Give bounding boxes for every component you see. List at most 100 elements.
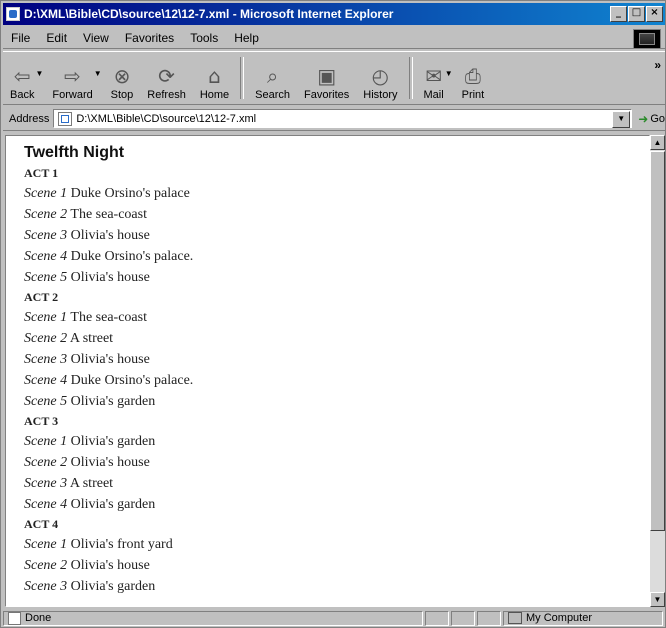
scene-place: The sea-coast: [70, 310, 147, 325]
scene-number: Scene 2: [24, 331, 68, 346]
search-button[interactable]: ⌕ Search: [248, 55, 297, 101]
mail-icon: ✉: [425, 64, 442, 88]
print-button[interactable]: ⎙ Print: [455, 55, 492, 101]
scene-place: The sea-coast: [70, 207, 147, 222]
act-heading: ACT 3: [24, 414, 59, 428]
close-button[interactable]: ×: [646, 6, 663, 22]
scene-place: Olivia's garden: [70, 434, 156, 449]
scene-line: Scene 4 Olivia's garden: [24, 496, 649, 513]
status-pane: [425, 610, 449, 626]
act-heading: ACT 4: [24, 517, 59, 531]
history-button[interactable]: ◴ History: [356, 55, 404, 101]
status-pane: [477, 610, 501, 626]
menu-tools[interactable]: Tools: [182, 31, 226, 45]
play-title: Twelfth Night: [24, 144, 125, 161]
window-title: D:\XML\Bible\CD\source\12\12-7.xml - Mic…: [24, 7, 394, 21]
zone-text: My Computer: [526, 612, 593, 624]
toolbar-separator: [240, 57, 245, 99]
stop-icon: ⊗: [113, 64, 131, 88]
scroll-down-icon[interactable]: ▼: [650, 592, 665, 607]
forward-button[interactable]: ⇨ Forward: [45, 55, 99, 101]
mail-button[interactable]: ✉ Mail: [417, 55, 451, 101]
menu-bar: File Edit View Favorites Tools Help: [3, 27, 665, 49]
document-view: Twelfth Night ACT 1 Scene 1 Duke Orsino's…: [5, 135, 650, 607]
toolbar-chevron-icon[interactable]: »: [654, 58, 661, 72]
scene-place: Olivia's house: [70, 455, 150, 470]
go-arrow-icon: ➜: [638, 111, 649, 126]
address-field[interactable]: ▼: [53, 109, 633, 128]
vertical-scrollbar[interactable]: ▲ ▼: [650, 135, 665, 607]
menu-favorites[interactable]: Favorites: [117, 31, 182, 45]
scroll-thumb[interactable]: [650, 151, 665, 531]
minimize-button[interactable]: _: [610, 6, 627, 22]
page-icon: [58, 111, 73, 126]
menu-view[interactable]: View: [75, 31, 117, 45]
scene-place: Duke Orsino's palace: [70, 186, 190, 201]
address-dropdown-icon[interactable]: ▼: [612, 111, 631, 128]
status-text: Done: [25, 612, 52, 624]
search-icon: ⌕: [267, 64, 279, 88]
status-pane: [451, 610, 475, 626]
status-text-pane: Done: [3, 610, 423, 626]
address-input[interactable]: [76, 112, 632, 125]
scene-number: Scene 2: [24, 558, 68, 573]
back-button[interactable]: ⇦ Back: [3, 55, 41, 101]
scene-number: Scene 3: [24, 476, 68, 491]
scene-place: Olivia's house: [70, 352, 150, 367]
mail-dropdown-icon[interactable]: ▼: [445, 69, 453, 78]
toolbar-separator: [408, 57, 413, 99]
menu-edit[interactable]: Edit: [38, 31, 75, 45]
scene-number: Scene 5: [24, 394, 68, 409]
scene-place: Olivia's front yard: [70, 537, 173, 552]
windows-logo-throbber: [633, 29, 661, 49]
acts-list: ACT 1 Scene 1 Duke Orsino's palace Scene 2…: [24, 166, 649, 595]
zone-pane: My Computer: [503, 610, 663, 626]
refresh-button[interactable]: ⟳ Refresh: [140, 55, 193, 101]
scene-number: Scene 5: [24, 270, 68, 285]
scene-number: Scene 3: [24, 579, 68, 594]
scene-number: Scene 4: [24, 497, 68, 512]
home-button[interactable]: ⌂ Home: [193, 55, 236, 101]
refresh-icon: ⟳: [158, 64, 175, 88]
back-arrow-icon: ⇦: [13, 64, 31, 88]
scene-line: Scene 3 Olivia's house: [24, 227, 649, 244]
address-label: Address: [9, 112, 50, 125]
maximize-button[interactable]: □: [628, 6, 645, 22]
forward-arrow-icon: ⇨: [64, 64, 81, 88]
scene-number: Scene 1: [24, 434, 68, 449]
forward-dropdown-icon[interactable]: ▼: [94, 69, 102, 78]
scene-place: Olivia's house: [70, 270, 150, 285]
scene-place: Duke Orsino's palace.: [70, 373, 194, 388]
scene-line: Scene 2 Olivia's house: [24, 557, 649, 574]
scene-line: Scene 1 Duke Orsino's palace: [24, 185, 649, 202]
scene-line: Scene 5 Olivia's garden: [24, 393, 649, 410]
act-heading: ACT 2: [24, 290, 59, 304]
scene-number: Scene 1: [24, 186, 68, 201]
stop-button[interactable]: ⊗ Stop: [104, 55, 141, 101]
menu-file[interactable]: File: [3, 31, 38, 45]
favorites-folder-icon: ▣: [317, 64, 337, 88]
done-page-icon: [8, 611, 21, 625]
scene-number: Scene 3: [24, 352, 68, 367]
scene-line: Scene 1 Olivia's garden: [24, 433, 649, 450]
ie-page-icon: [6, 7, 20, 21]
scene-place: Olivia's garden: [70, 579, 156, 594]
window-controls: _ □ ×: [609, 6, 663, 22]
scene-number: Scene 2: [24, 207, 68, 222]
title-bar[interactable]: D:\XML\Bible\CD\source\12\12-7.xml - Mic…: [3, 3, 665, 25]
scene-place: A street: [69, 331, 114, 346]
scene-number: Scene 4: [24, 373, 68, 388]
scene-line: Scene 1 The sea-coast: [24, 309, 649, 326]
scene-line: Scene 3 Olivia's garden: [24, 578, 649, 595]
go-button[interactable]: ➜ Go: [638, 112, 665, 126]
scene-place: Olivia's garden: [70, 394, 156, 409]
history-icon: ◴: [371, 64, 390, 88]
scroll-up-icon[interactable]: ▲: [650, 135, 665, 150]
scene-line: Scene 2 The sea-coast: [24, 206, 649, 223]
home-icon: ⌂: [208, 64, 221, 88]
scene-place: Olivia's house: [70, 558, 150, 573]
scene-line: Scene 2 Olivia's house: [24, 454, 649, 471]
back-dropdown-icon[interactable]: ▼: [35, 69, 43, 78]
menu-help[interactable]: Help: [226, 31, 267, 45]
favorites-button[interactable]: ▣ Favorites: [297, 55, 356, 101]
